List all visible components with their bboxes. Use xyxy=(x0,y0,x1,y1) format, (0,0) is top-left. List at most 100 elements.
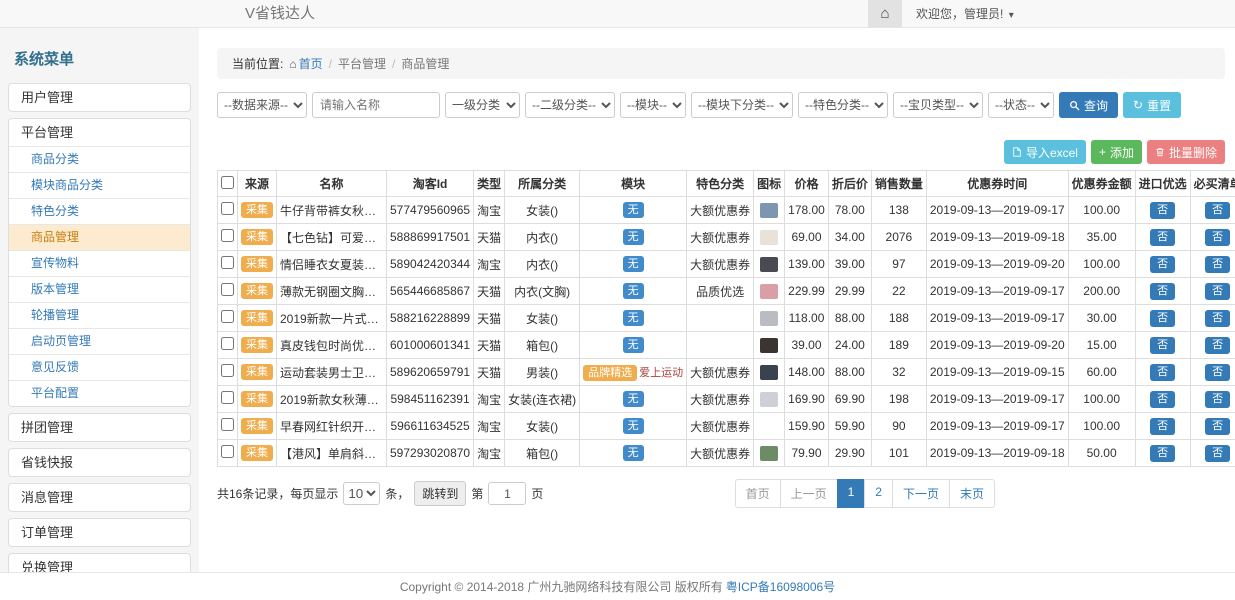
sidebar: 系统菜单 用户管理平台管理商品分类模块商品分类特色分类商品管理宣传物料版本管理轮… xyxy=(0,28,199,600)
level1-category-select[interactable]: 一级分类 xyxy=(445,92,520,118)
must-buy-cell: 否 xyxy=(1190,224,1235,251)
icp-link[interactable]: 粤ICP备16098006号 xyxy=(726,578,835,595)
row-select-cell xyxy=(218,197,238,224)
import-select-toggle[interactable]: 否 xyxy=(1150,310,1175,327)
module-badge: 无 xyxy=(623,310,644,326)
source-badge: 采集 xyxy=(241,337,273,353)
discount-price: 39.00 xyxy=(828,251,871,278)
page-button[interactable]: 2 xyxy=(864,479,893,508)
page-button[interactable]: 末页 xyxy=(949,479,995,508)
sidebar-group-header[interactable]: 用户管理 xyxy=(9,84,190,111)
table-row: 采集 情侣睡衣女夏装绸男士... 589042420344 淘宝 内衣() 无 … xyxy=(218,251,1235,278)
import-select-toggle[interactable]: 否 xyxy=(1150,364,1175,381)
row-checkbox[interactable] xyxy=(221,283,234,296)
feature-category: 大额优惠券 xyxy=(687,251,754,278)
must-buy-toggle[interactable]: 否 xyxy=(1205,202,1230,219)
sidebar-subitem[interactable]: 特色分类 xyxy=(9,198,190,224)
coupon-time: 2019-09-13—2019-09-17 xyxy=(926,386,1068,413)
sidebar-subitem[interactable]: 商品管理 xyxy=(9,224,190,250)
sidebar-title: 系统菜单 xyxy=(0,40,199,83)
add-button[interactable]: + 添加 xyxy=(1091,140,1142,164)
sidebar-subitem[interactable]: 商品分类 xyxy=(9,146,190,172)
row-checkbox[interactable] xyxy=(221,418,234,431)
must-buy-toggle[interactable]: 否 xyxy=(1205,256,1230,273)
page-button[interactable]: 下一页 xyxy=(892,479,950,508)
coupon-amount: 100.00 xyxy=(1068,251,1135,278)
import-excel-button[interactable]: 导入excel xyxy=(1004,140,1086,164)
price: 139.00 xyxy=(785,251,829,278)
import-select-toggle[interactable]: 否 xyxy=(1150,418,1175,435)
user-menu[interactable]: 欢迎您，管理员! ▾ xyxy=(916,5,1014,22)
sidebar-group-header[interactable]: 订单管理 xyxy=(9,519,190,546)
row-checkbox[interactable] xyxy=(221,364,234,377)
must-buy-toggle[interactable]: 否 xyxy=(1205,229,1230,246)
feature-category: 大额优惠券 xyxy=(687,440,754,467)
reset-button[interactable]: ↻ 重置 xyxy=(1123,92,1181,118)
row-checkbox[interactable] xyxy=(221,202,234,215)
product-category: 女装() xyxy=(505,197,580,224)
query-button[interactable]: 查询 xyxy=(1059,92,1118,118)
row-checkbox[interactable] xyxy=(221,229,234,242)
sidebar-subitem[interactable]: 模块商品分类 xyxy=(9,172,190,198)
import-select-toggle[interactable]: 否 xyxy=(1150,229,1175,246)
row-checkbox[interactable] xyxy=(221,310,234,323)
page-size-select[interactable]: 10 xyxy=(343,482,380,505)
module-select[interactable]: --模块-- xyxy=(620,92,686,118)
module-sub-category-select[interactable]: --模块下分类-- xyxy=(691,92,793,118)
sidebar-group-header[interactable]: 拼团管理 xyxy=(9,414,190,441)
import-select-toggle[interactable]: 否 xyxy=(1150,256,1175,273)
data-source-select[interactable]: --数据来源-- xyxy=(217,92,307,118)
taoke-id: 597293020870 xyxy=(387,440,474,467)
status-select[interactable]: --状态-- xyxy=(988,92,1054,118)
row-checkbox[interactable] xyxy=(221,337,234,350)
module-cell: 无 xyxy=(580,224,687,251)
must-buy-toggle[interactable]: 否 xyxy=(1205,310,1230,327)
sidebar-subitem[interactable]: 版本管理 xyxy=(9,276,190,302)
name-search-input[interactable] xyxy=(312,92,440,118)
feature-category-select[interactable]: --特色分类-- xyxy=(798,92,888,118)
select-all-checkbox[interactable] xyxy=(221,176,234,189)
taoke-id: 588869917501 xyxy=(387,224,474,251)
product-type: 天猫 xyxy=(474,359,505,386)
import-select-toggle[interactable]: 否 xyxy=(1150,202,1175,219)
row-checkbox[interactable] xyxy=(221,256,234,269)
item-type-select[interactable]: --宝贝类型-- xyxy=(893,92,983,118)
level2-category-select[interactable]: --二级分类-- xyxy=(525,92,615,118)
batch-delete-button[interactable]: 批量删除 xyxy=(1147,140,1225,164)
must-buy-toggle[interactable]: 否 xyxy=(1205,283,1230,300)
sidebar-subitem[interactable]: 宣传物料 xyxy=(9,250,190,276)
sidebar-subitem[interactable]: 启动页管理 xyxy=(9,328,190,354)
breadcrumb-home-link[interactable]: 首页 xyxy=(299,57,323,71)
page-button[interactable]: 首页 xyxy=(735,479,781,508)
must-buy-toggle[interactable]: 否 xyxy=(1205,364,1230,381)
must-buy-toggle[interactable]: 否 xyxy=(1205,418,1230,435)
must-buy-toggle[interactable]: 否 xyxy=(1205,391,1230,408)
must-buy-toggle[interactable]: 否 xyxy=(1205,337,1230,354)
import-select-toggle[interactable]: 否 xyxy=(1150,283,1175,300)
import-select-toggle[interactable]: 否 xyxy=(1150,337,1175,354)
module-badge: 无 xyxy=(623,229,644,245)
product-type: 天猫 xyxy=(474,224,505,251)
sidebar-group-header[interactable]: 消息管理 xyxy=(9,484,190,511)
jump-button[interactable]: 跳转到 xyxy=(414,481,466,506)
jump-page-input[interactable] xyxy=(488,482,526,505)
row-checkbox[interactable] xyxy=(221,391,234,404)
product-type: 天猫 xyxy=(474,305,505,332)
must-buy-toggle[interactable]: 否 xyxy=(1205,445,1230,462)
price: 79.90 xyxy=(785,440,829,467)
import-select-toggle[interactable]: 否 xyxy=(1150,445,1175,462)
feature-category: 大额优惠券 xyxy=(687,359,754,386)
sidebar-subitem[interactable]: 意见反馈 xyxy=(9,354,190,380)
must-buy-cell: 否 xyxy=(1190,251,1235,278)
sidebar-group-header[interactable]: 平台管理 xyxy=(9,119,190,146)
row-checkbox[interactable] xyxy=(221,445,234,458)
page-button[interactable]: 1 xyxy=(837,479,866,508)
sidebar-group-header[interactable]: 省钱快报 xyxy=(9,449,190,476)
add-button-label: 添加 xyxy=(1110,144,1134,161)
page-button[interactable]: 上一页 xyxy=(780,479,838,508)
home-button[interactable]: ⌂ xyxy=(868,0,902,27)
must-buy-cell: 否 xyxy=(1190,359,1235,386)
import-select-toggle[interactable]: 否 xyxy=(1150,391,1175,408)
sidebar-subitem[interactable]: 轮播管理 xyxy=(9,302,190,328)
sidebar-subitem[interactable]: 平台配置 xyxy=(9,380,190,406)
